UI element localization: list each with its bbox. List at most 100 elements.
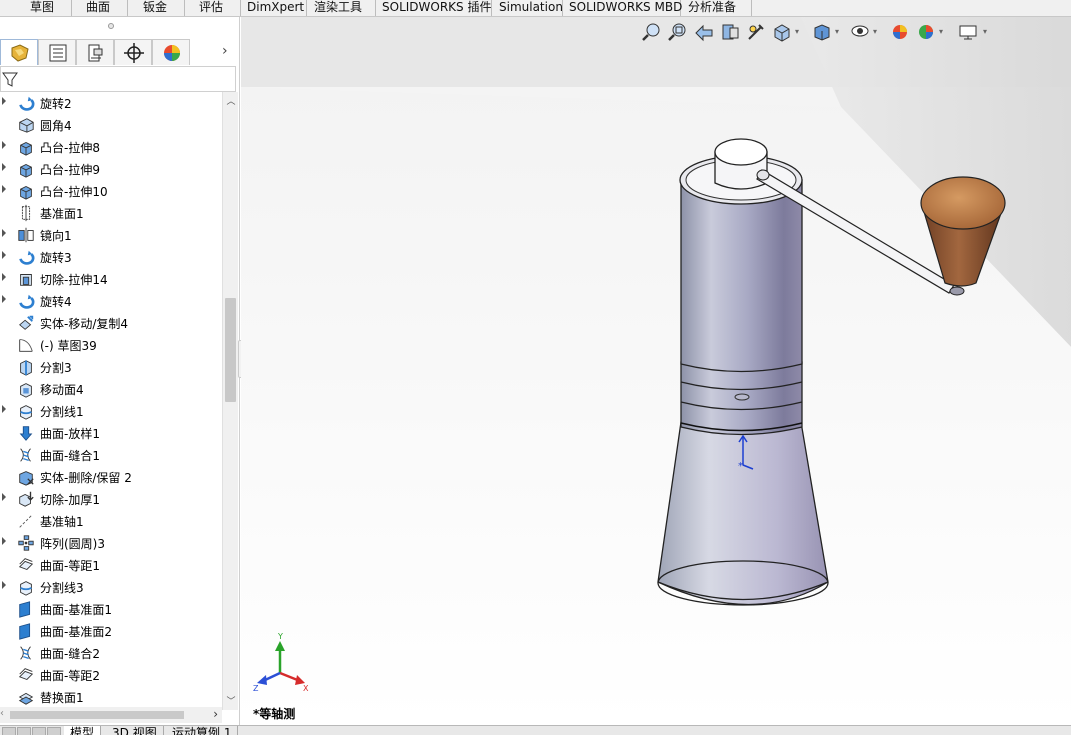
feature-tree-item[interactable]: 基准面1 xyxy=(0,202,222,224)
configuration-manager-tab[interactable] xyxy=(76,39,114,65)
feature-tree-item-label: 旋转2 xyxy=(40,97,72,111)
dimxpert-manager-icon xyxy=(124,43,144,63)
feature-tree-item[interactable]: 镜向1 xyxy=(0,224,222,246)
feature-manager-tab[interactable] xyxy=(0,39,38,65)
feature-tree-item[interactable]: 实体-移动/复制4 xyxy=(0,312,222,334)
feature-tree-item[interactable]: 曲面-等距2 xyxy=(0,664,222,686)
display-manager-tab[interactable] xyxy=(152,39,190,65)
chevron-down-icon[interactable]: ▾ xyxy=(983,27,987,36)
property-manager-tab[interactable] xyxy=(38,39,76,65)
feature-tree-item[interactable]: 凸台-拉伸8 xyxy=(0,136,222,158)
expand-arrow-icon[interactable] xyxy=(2,493,6,501)
feature-tree-item[interactable]: 切除-拉伸14 xyxy=(0,268,222,290)
tab-surfaces[interactable]: 曲面 xyxy=(80,0,128,16)
triad-axis-label: Y xyxy=(277,632,283,641)
scroll-thumb[interactable] xyxy=(225,298,236,402)
dynamic-annotation-views-icon[interactable] xyxy=(745,21,767,43)
expand-arrow-icon[interactable] xyxy=(2,163,6,171)
section-view-icon[interactable] xyxy=(719,21,741,43)
display-style-icon[interactable] xyxy=(811,21,833,43)
chevron-down-icon[interactable]: ▾ xyxy=(939,27,943,36)
tab-solidworks-addins[interactable]: SOLIDWORKS 插件 xyxy=(376,0,492,16)
graphics-area[interactable]: * ▾ ▾ ▾ ▾ ▾ Y Z X *等轴测 xyxy=(241,17,1071,725)
feature-tree-item[interactable]: 分割线1 xyxy=(0,400,222,422)
tab-render-tools[interactable]: 渲染工具 xyxy=(308,0,376,16)
feature-tree-item[interactable]: 凸台-拉伸9 xyxy=(0,158,222,180)
plane-icon xyxy=(21,204,31,222)
tab-evaluate[interactable]: 评估 xyxy=(193,0,241,16)
expand-arrow-icon[interactable] xyxy=(2,295,6,303)
scroll-thumb[interactable] xyxy=(10,711,184,719)
feature-tree-item[interactable]: 曲面-基准面2 xyxy=(0,620,222,642)
pane-grip[interactable] xyxy=(108,23,114,29)
tab-dimxpert[interactable]: DimXpert xyxy=(241,0,307,16)
apply-scene-icon[interactable] xyxy=(915,21,937,43)
first-tab-button[interactable] xyxy=(2,727,16,735)
tree-vertical-scrollbar[interactable]: ︿ ﹀ xyxy=(222,92,238,710)
tab-solidworks-mbd[interactable]: SOLIDWORKS MBD xyxy=(563,0,682,16)
chevron-down-icon[interactable]: ▾ xyxy=(795,27,799,36)
expand-arrow-icon[interactable] xyxy=(2,97,6,105)
expand-arrow-icon[interactable] xyxy=(2,251,6,259)
feature-tree-item[interactable]: 分割线3 xyxy=(0,576,222,598)
tab-simulation[interactable]: Simulation xyxy=(493,0,563,16)
chevron-left-icon[interactable]: ‹ xyxy=(0,708,4,719)
tree-horizontal-scrollbar[interactable]: ‹ › xyxy=(0,707,222,723)
expand-arrow-icon[interactable] xyxy=(2,405,6,413)
feature-tree-item[interactable]: 分割3 xyxy=(0,356,222,378)
dimxpert-manager-tab[interactable] xyxy=(114,39,152,65)
last-tab-button[interactable] xyxy=(47,727,61,735)
feature-tree-item-label: 曲面-等距2 xyxy=(40,669,100,683)
chevron-down-icon[interactable]: ▾ xyxy=(873,27,877,36)
prev-tab-button[interactable] xyxy=(17,727,31,735)
feature-tree-item[interactable]: 曲面-基准面1 xyxy=(0,598,222,620)
view-orientation-icon[interactable] xyxy=(771,21,793,43)
view-settings-icon[interactable] xyxy=(957,21,979,43)
tab-sheet-metal[interactable]: 钣金 xyxy=(137,0,185,16)
tab-analysis-preparation[interactable]: 分析准备 xyxy=(682,0,752,16)
tab-motion-study-1[interactable]: 运动算例 1 xyxy=(166,726,239,735)
feature-tree-item[interactable]: 移动面4 xyxy=(0,378,222,400)
feature-tree-item[interactable]: 曲面-缝合2 xyxy=(0,642,222,664)
expand-arrow-icon[interactable] xyxy=(2,537,6,545)
feature-tree-item[interactable]: (-) 草图39 xyxy=(0,334,222,356)
feature-tree-item[interactable]: 旋转4 xyxy=(0,290,222,312)
chevron-up-icon[interactable]: ︿ xyxy=(223,94,239,108)
coffee-grinder-model[interactable]: * xyxy=(241,17,1071,725)
chevron-down-icon[interactable]: ▾ xyxy=(835,27,839,36)
expand-arrow-icon[interactable] xyxy=(2,141,6,149)
feature-tree-item[interactable]: 曲面-放样1 xyxy=(0,422,222,444)
feature-tree-item[interactable]: 替换面1 xyxy=(0,686,222,708)
next-tab-button[interactable] xyxy=(32,727,46,735)
tab-3d-views[interactable]: 3D 视图 xyxy=(106,726,164,735)
filter-icon xyxy=(2,72,18,87)
expand-arrow-icon[interactable] xyxy=(2,581,6,589)
feature-tree-item[interactable]: 切除-加厚1 xyxy=(0,488,222,510)
feature-tree-item[interactable]: 凸台-拉伸10 xyxy=(0,180,222,202)
feature-tree-item-label: 圆角4 xyxy=(40,119,72,133)
edit-appearance-icon[interactable] xyxy=(889,21,911,43)
feature-filter[interactable] xyxy=(0,66,236,92)
model-view-tabs: 模型 3D 视图 运动算例 1 xyxy=(0,725,1071,735)
feature-tree-item[interactable]: 实体-删除/保留 2 xyxy=(0,466,222,488)
previous-view-icon[interactable] xyxy=(693,21,715,43)
tab-model[interactable]: 模型 xyxy=(64,726,102,735)
feature-tree-item[interactable]: 圆角4 xyxy=(0,114,222,136)
feature-tree-item[interactable]: 曲面-等距1 xyxy=(0,554,222,576)
feature-tree-item[interactable]: 旋转2 xyxy=(0,92,222,114)
expand-arrow-icon[interactable] xyxy=(2,273,6,281)
tab-sketch[interactable]: 草图 xyxy=(24,0,72,16)
hide-show-items-icon[interactable] xyxy=(849,21,871,43)
zoom-to-fit-icon[interactable] xyxy=(641,21,663,43)
feature-tree-item[interactable]: 阵列(圆周)3 xyxy=(0,532,222,554)
chevron-right-icon[interactable]: › xyxy=(222,43,228,59)
expand-arrow-icon[interactable] xyxy=(2,185,6,193)
expand-arrow-icon[interactable] xyxy=(2,229,6,237)
chevron-right-icon[interactable]: › xyxy=(213,707,218,721)
zoom-to-area-icon[interactable] xyxy=(667,21,689,43)
feature-tree-item[interactable]: 旋转3 xyxy=(0,246,222,268)
split-icon xyxy=(20,360,32,376)
chevron-down-icon[interactable]: ﹀ xyxy=(223,694,239,708)
feature-tree-item[interactable]: 基准轴1 xyxy=(0,510,222,532)
feature-tree-item[interactable]: 曲面-缝合1 xyxy=(0,444,222,466)
